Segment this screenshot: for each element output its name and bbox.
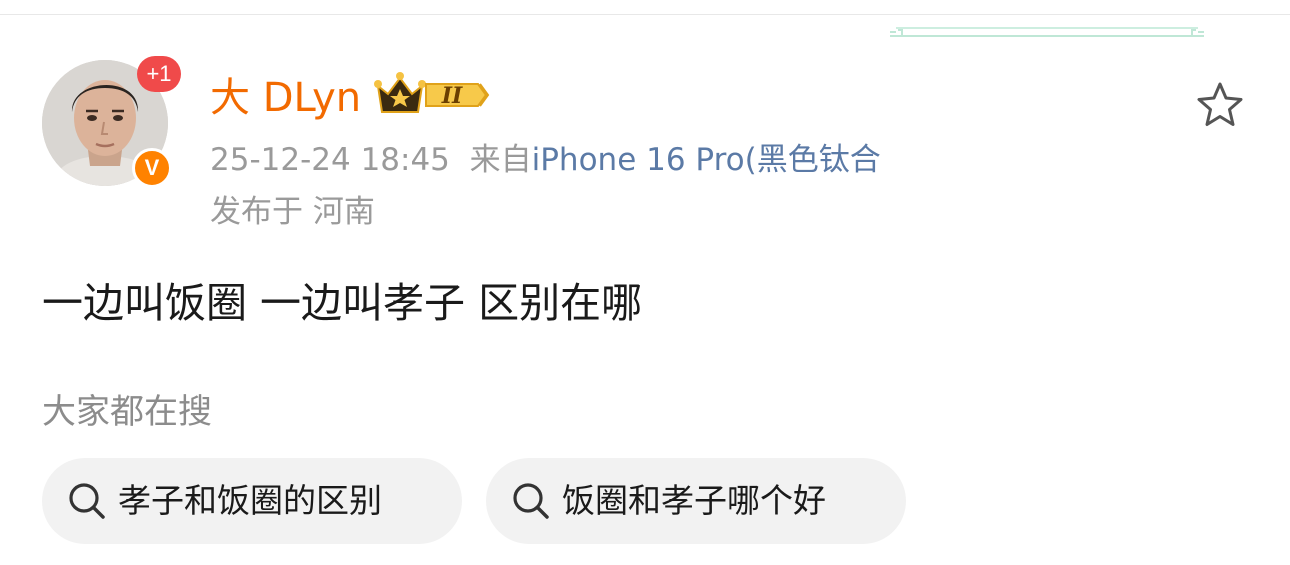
username[interactable]: 大 DLyn [210, 72, 361, 124]
post-location: 发布于 河南 [210, 194, 375, 230]
post-timestamp: 25-12-24 18:45 [210, 142, 450, 178]
meta-fade [905, 138, 995, 182]
level-text: II [441, 83, 463, 109]
from-prefix: 来自 [469, 142, 532, 178]
notification-badge: +1 [137, 56, 181, 92]
related-search-title: 大家都在搜 [42, 392, 212, 432]
crown-level-badge: II [374, 72, 490, 113]
post-source-device[interactable]: iPhone 16 Pro(黑色钛合 [532, 142, 881, 178]
search-chip-2[interactable]: 饭圈和孝子哪个好 [486, 458, 906, 544]
crown-icon [374, 72, 426, 113]
search-chip-label: 孝子和饭圈的区别 [118, 481, 382, 520]
star-outline-icon[interactable] [1194, 80, 1246, 130]
post-content: 一边叫饭圈 一边叫孝子 区别在哪 [42, 279, 643, 327]
search-chip-label: 饭圈和孝子哪个好 [562, 481, 826, 520]
top-divider [0, 14, 1290, 15]
verified-badge: V [132, 148, 172, 188]
user-avatar[interactable]: +1 V [42, 56, 181, 188]
header-decoration [890, 27, 1204, 37]
search-icon [69, 483, 105, 519]
search-icon [513, 483, 549, 519]
post-meta: 25-12-24 18:45 来自iPhone 16 Pro(黑色钛合 [210, 138, 1000, 182]
search-chip-1[interactable]: 孝子和饭圈的区别 [42, 458, 462, 544]
